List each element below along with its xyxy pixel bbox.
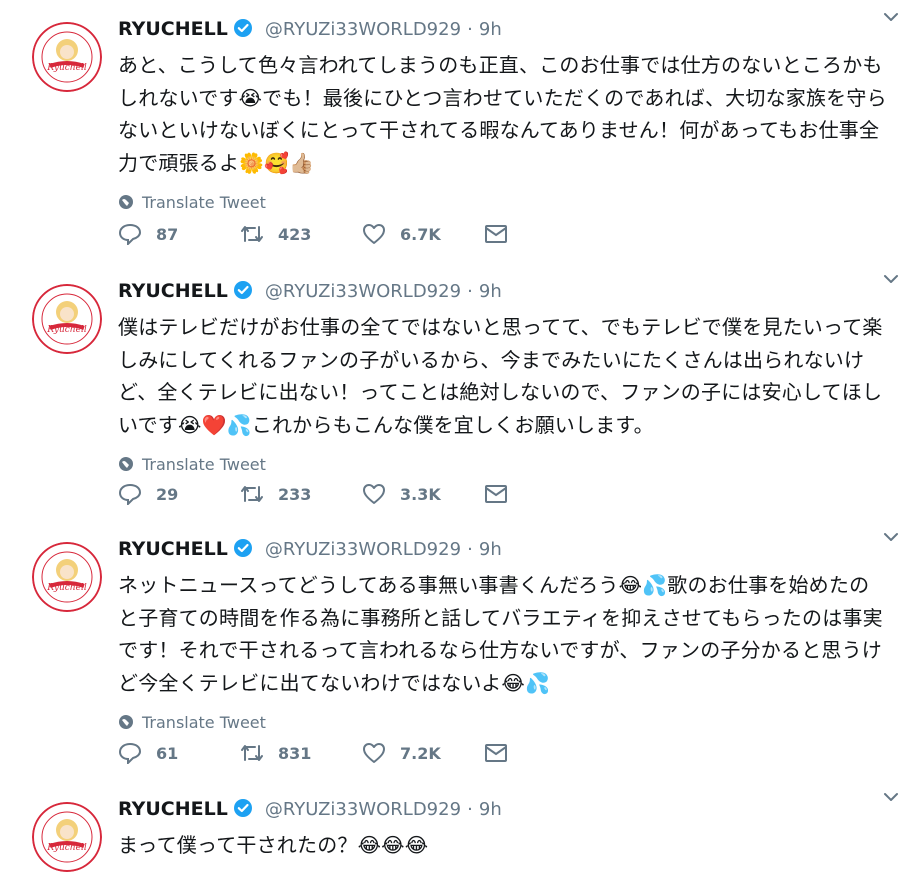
retweet-button[interactable]: 233: [240, 483, 362, 505]
heart-icon: [363, 484, 385, 504]
retweet-count: 831: [278, 743, 312, 763]
display-name[interactable]: RYUCHELL: [118, 18, 228, 40]
tweet-header: RYUCHELL @RYUZi33WORLD929 · 9h: [118, 534, 888, 564]
tweet-header: RYUCHELL @RYUZi33WORLD929 · 9h: [118, 276, 888, 306]
avatar[interactable]: Ryuchell: [32, 802, 102, 872]
like-count: 6.7K: [400, 224, 441, 244]
retweet-button[interactable]: 831: [240, 742, 362, 764]
retweet-icon: [241, 486, 263, 502]
reply-count: 61: [156, 743, 179, 763]
like-count: 7.2K: [400, 743, 441, 763]
like-button[interactable]: 3.3K: [362, 483, 484, 505]
timestamp[interactable]: 9h: [479, 799, 502, 820]
like-count: 3.3K: [400, 484, 441, 504]
tweet[interactable]: Ryuchell RYUCHELL @RYUZi33WORLD929 · 9h …: [0, 0, 914, 263]
separator-dot: ·: [467, 539, 473, 560]
verified-badge-icon: [233, 281, 252, 299]
mail-icon: [485, 225, 507, 243]
avatar-logo-icon: Ryuchell: [32, 284, 102, 354]
avatar[interactable]: Ryuchell: [32, 284, 102, 354]
retweet-icon: [241, 226, 263, 242]
display-name[interactable]: RYUCHELL: [118, 280, 228, 302]
reply-button[interactable]: 29: [118, 483, 240, 505]
translate-label: Translate Tweet: [142, 455, 266, 474]
avatar-logo-icon: Ryuchell: [32, 802, 102, 872]
chevron-down-icon[interactable]: [882, 8, 900, 26]
tweet[interactable]: Ryuchell RYUCHELL @RYUZi33WORLD929 · 9h …: [0, 780, 914, 875]
tweet-actions: 87 423 6.7K: [118, 219, 524, 249]
translate-label: Translate Tweet: [142, 193, 266, 212]
reply-icon: [118, 223, 142, 245]
avatar-text: Ryuchell: [46, 583, 87, 593]
avatar-logo-icon: Ryuchell: [32, 542, 102, 612]
avatar-logo-icon: Ryuchell: [32, 22, 102, 92]
tweet-actions: 61 831 7.2K: [118, 738, 524, 768]
reply-button[interactable]: 61: [118, 742, 240, 764]
tweet-text: あと、こうして色々言われてしまうのも正直、このお仕事では仕方のないところかもしれ…: [118, 53, 887, 175]
heart-icon: [363, 743, 385, 763]
direct-message-button[interactable]: [484, 742, 524, 764]
display-name[interactable]: RYUCHELL: [118, 538, 228, 560]
like-button[interactable]: 6.7K: [362, 223, 484, 245]
user-handle[interactable]: @RYUZi33WORLD929: [265, 539, 461, 560]
tweet-text: まって僕って干されたの？😂😂😂: [118, 833, 429, 857]
timestamp[interactable]: 9h: [479, 19, 502, 40]
tweet-actions: 29 233 3.3K: [118, 479, 524, 509]
globe-icon: [119, 715, 133, 729]
translate-label: Translate Tweet: [142, 713, 266, 732]
like-button[interactable]: 7.2K: [362, 742, 484, 764]
reply-icon: [118, 742, 142, 764]
separator-dot: ·: [467, 19, 473, 40]
avatar-text: Ryuchell: [46, 325, 87, 335]
chevron-down-icon[interactable]: [882, 270, 900, 288]
user-handle[interactable]: @RYUZi33WORLD929: [265, 799, 461, 820]
mail-icon: [485, 485, 507, 503]
user-handle[interactable]: @RYUZi33WORLD929: [265, 281, 461, 302]
reply-count: 87: [156, 224, 179, 244]
retweet-icon: [241, 745, 263, 761]
tweet-text: ネットニュースってどうしてある事無い事書くんだろう😂💦歌のお仕事を始めたのと子育…: [118, 573, 883, 695]
reply-button[interactable]: 87: [118, 223, 240, 245]
display-name[interactable]: RYUCHELL: [118, 798, 228, 820]
tweet-header: RYUCHELL @RYUZi33WORLD929 · 9h: [118, 794, 888, 824]
timestamp[interactable]: 9h: [479, 281, 502, 302]
reply-count: 29: [156, 484, 179, 504]
tweet[interactable]: Ryuchell RYUCHELL @RYUZi33WORLD929 · 9h …: [0, 262, 914, 521]
tweet-feed: Ryuchell RYUCHELL @RYUZi33WORLD929 · 9h …: [0, 0, 914, 875]
separator-dot: ·: [467, 281, 473, 302]
tweet[interactable]: Ryuchell RYUCHELL @RYUZi33WORLD929 · 9h …: [0, 520, 914, 781]
retweet-count: 423: [278, 224, 312, 244]
chevron-down-icon[interactable]: [882, 528, 900, 546]
avatar-text: Ryuchell: [46, 843, 87, 853]
translate-tweet-link[interactable]: Translate Tweet: [118, 191, 888, 215]
chevron-down-icon[interactable]: [882, 788, 900, 806]
verified-badge-icon: [233, 539, 252, 557]
verified-badge-icon: [233, 799, 252, 817]
verified-badge-icon: [233, 19, 252, 37]
tweet-text: 僕はテレビだけがお仕事の全てではないと思ってて、でもテレビで僕を見たいって楽しみ…: [118, 315, 883, 437]
globe-icon: [119, 195, 133, 209]
retweet-count: 233: [278, 484, 312, 504]
avatar-text: Ryuchell: [46, 63, 87, 73]
mail-icon: [485, 744, 507, 762]
tweet-header: RYUCHELL @RYUZi33WORLD929 · 9h: [118, 14, 888, 44]
translate-tweet-link[interactable]: Translate Tweet: [118, 711, 888, 735]
heart-icon: [363, 224, 385, 244]
retweet-button[interactable]: 423: [240, 223, 362, 245]
globe-icon: [119, 457, 133, 471]
reply-icon: [118, 483, 142, 505]
timestamp[interactable]: 9h: [479, 539, 502, 560]
avatar[interactable]: Ryuchell: [32, 542, 102, 612]
avatar[interactable]: Ryuchell: [32, 22, 102, 92]
separator-dot: ·: [467, 799, 473, 820]
user-handle[interactable]: @RYUZi33WORLD929: [265, 19, 461, 40]
direct-message-button[interactable]: [484, 223, 524, 245]
translate-tweet-link[interactable]: Translate Tweet: [118, 453, 888, 477]
direct-message-button[interactable]: [484, 483, 524, 505]
